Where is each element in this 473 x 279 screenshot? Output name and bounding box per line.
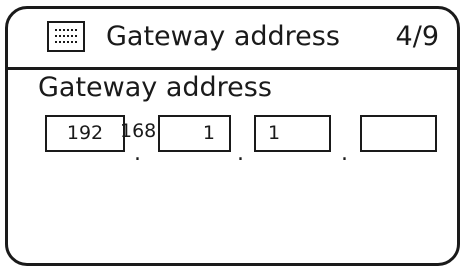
display-screen: Gateway address 4/9 Gateway address 192 …	[5, 6, 460, 266]
header-title: Gateway address	[106, 21, 340, 52]
dot-separator: .	[134, 141, 141, 166]
dot-separator: .	[341, 141, 348, 166]
field-label: Gateway address	[38, 72, 272, 103]
page-indicator: 4/9	[395, 21, 439, 52]
menu-list-icon[interactable]	[47, 21, 85, 52]
octet-field-2[interactable]: 1	[158, 115, 231, 152]
dot-separator: .	[237, 141, 244, 166]
octet-field-1[interactable]: 192	[45, 115, 125, 152]
overflow-octet-text: 168	[120, 120, 157, 142]
octet-field-4[interactable]	[360, 115, 437, 152]
header-bar: Gateway address 4/9	[8, 9, 457, 70]
octet-field-3[interactable]: 1	[254, 115, 331, 152]
